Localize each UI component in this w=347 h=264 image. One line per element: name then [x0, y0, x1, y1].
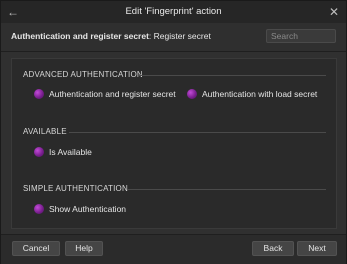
actions-panel: ADVANCED AUTHENTICATION Authentication a… — [11, 58, 337, 229]
item-label: Show Authentication — [49, 204, 127, 214]
help-button[interactable]: Help — [65, 241, 103, 256]
purple-circle-icon — [34, 147, 44, 157]
section-title-simple-authentication: SIMPLE AUTHENTICATION — [23, 184, 128, 193]
item-label: Authentication and register secret — [49, 89, 176, 99]
section-title-advanced-authentication: ADVANCED AUTHENTICATION — [23, 70, 143, 79]
section-divider — [69, 132, 326, 133]
item-label: Is Available — [49, 147, 92, 157]
cancel-button[interactable]: Cancel — [12, 241, 60, 256]
list-item-authentication-register-secret[interactable]: Authentication and register secret — [34, 89, 176, 99]
item-label: Authentication with load secret — [202, 89, 318, 99]
next-button[interactable]: Next — [297, 241, 337, 256]
breadcrumb: Authentication and register secret: Regi… — [11, 31, 211, 41]
dialog-window: ← Edit 'Fingerprint' action ✕ Authentica… — [0, 0, 347, 264]
back-button[interactable]: Back — [252, 241, 294, 256]
purple-circle-icon — [34, 204, 44, 214]
close-icon[interactable]: ✕ — [327, 4, 341, 20]
purple-circle-icon — [187, 89, 197, 99]
header-bar: Authentication and register secret: Regi… — [1, 23, 346, 52]
section-title-available: AVAILABLE — [23, 127, 67, 136]
section-divider — [127, 189, 326, 190]
list-item-show-authentication[interactable]: Show Authentication — [34, 204, 126, 214]
search-input[interactable] — [266, 29, 336, 43]
footer-bar: Cancel Help Back Next — [1, 234, 346, 264]
section-divider — [139, 75, 326, 76]
breadcrumb-action: Authentication and register secret — [11, 31, 149, 41]
breadcrumb-step: : Register secret — [148, 31, 211, 41]
window-title: Edit 'Fingerprint' action — [125, 6, 222, 17]
title-bar: ← Edit 'Fingerprint' action ✕ — [1, 1, 346, 24]
purple-circle-icon — [34, 89, 44, 99]
list-item-is-available[interactable]: Is Available — [34, 147, 92, 157]
list-item-authentication-load-secret[interactable]: Authentication with load secret — [187, 89, 317, 99]
